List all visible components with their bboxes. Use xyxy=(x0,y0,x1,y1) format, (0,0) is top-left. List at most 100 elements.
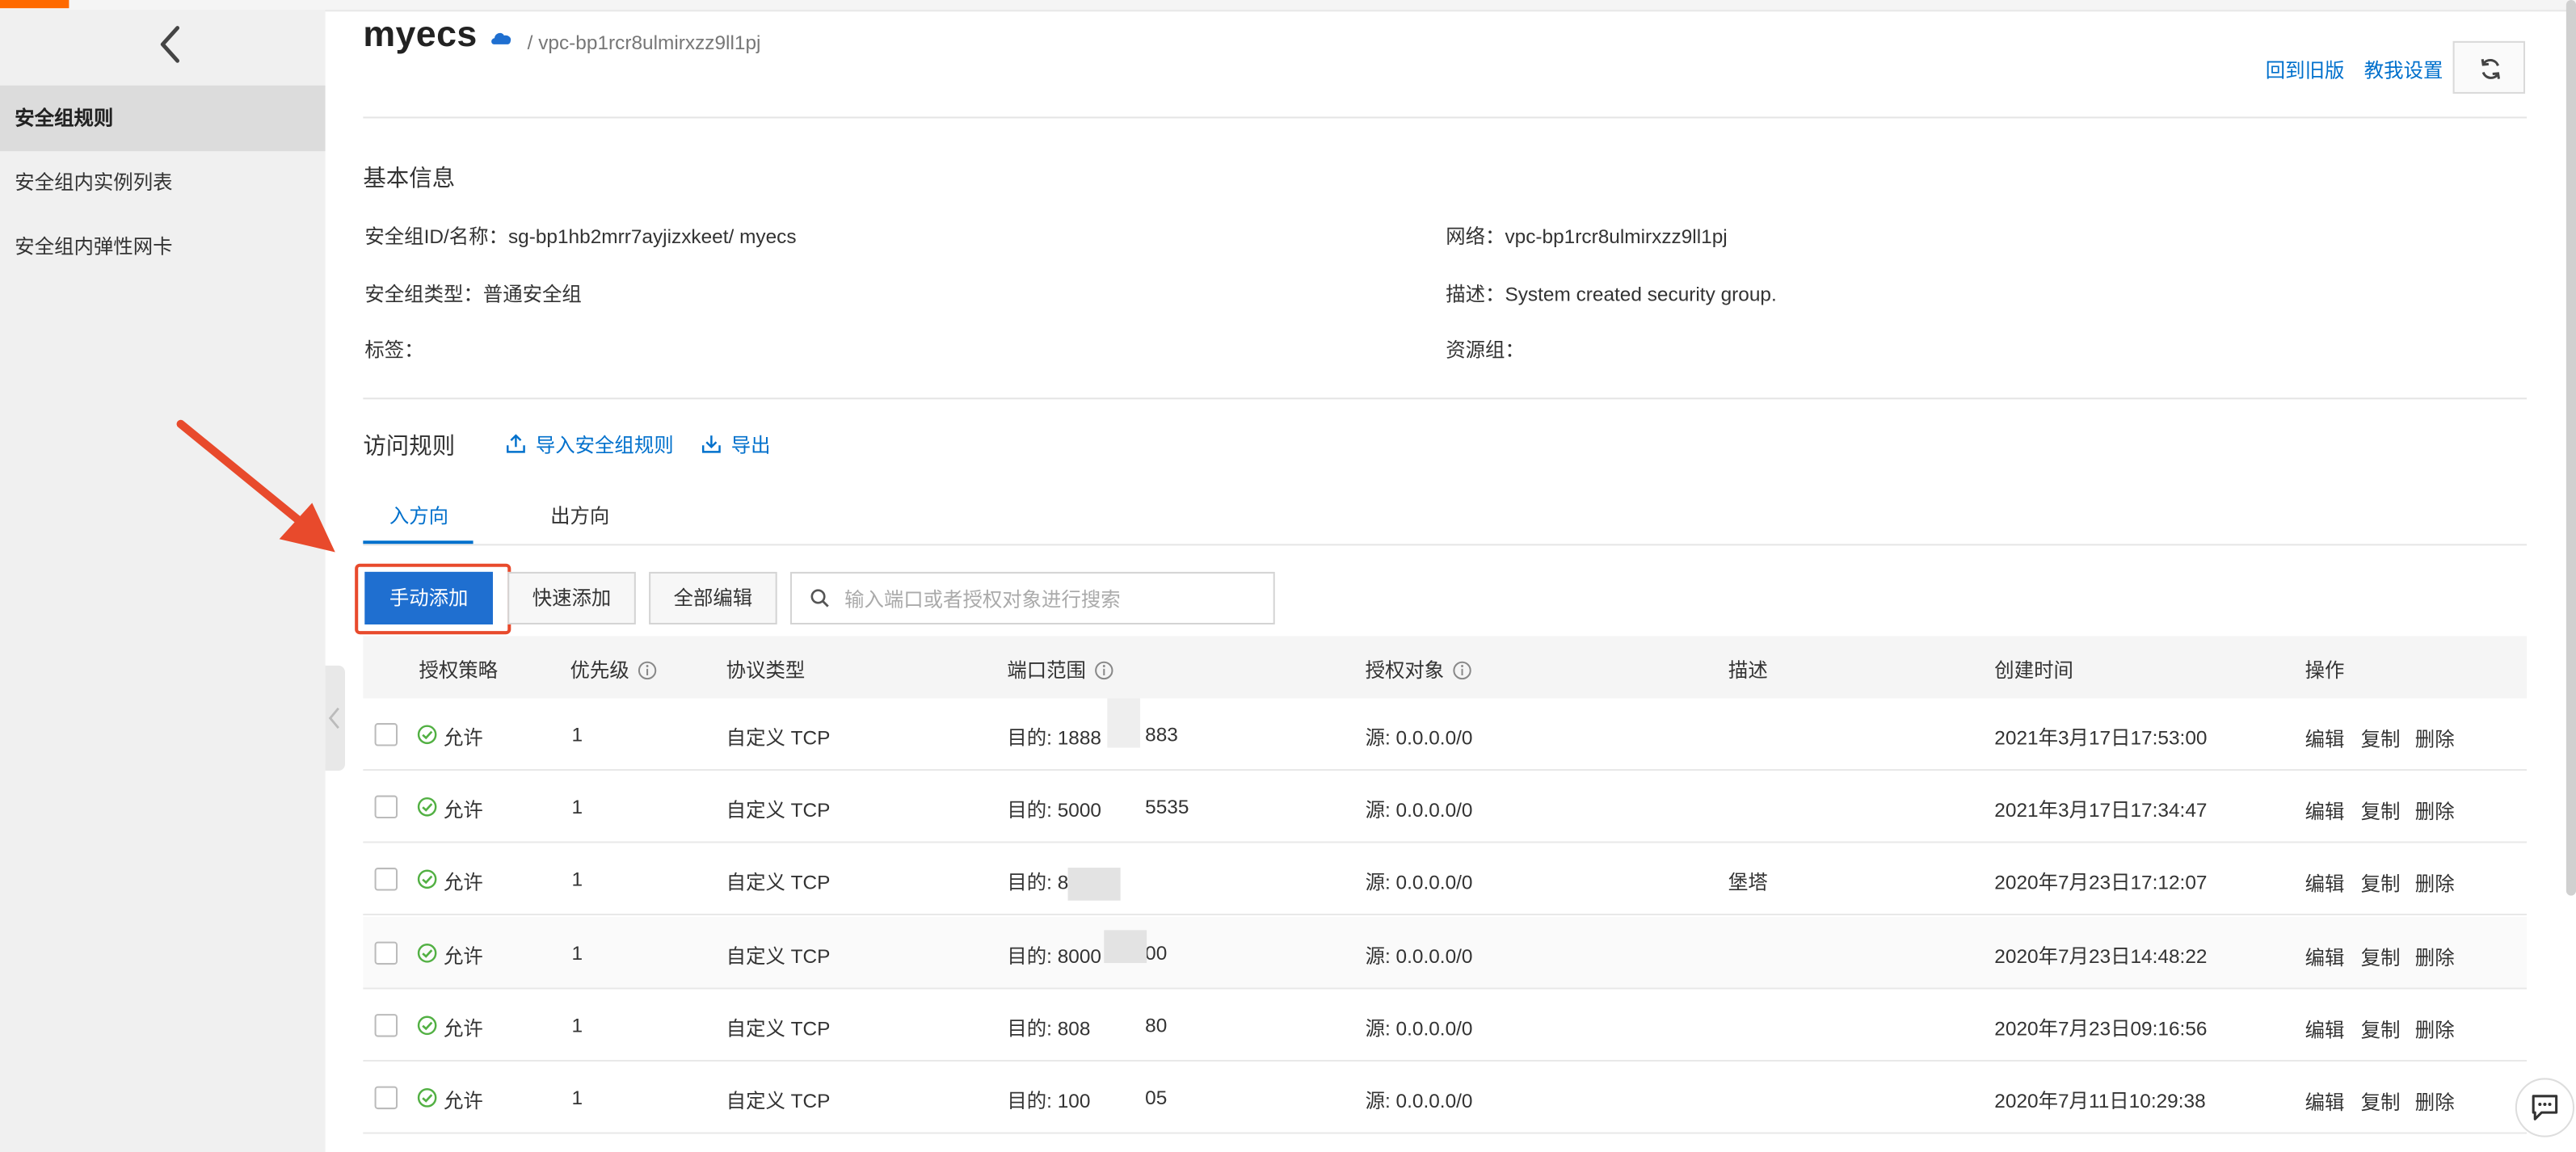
info-icon[interactable] xyxy=(1453,661,1472,680)
sg-id-value: sg-bp1hb2mrr7ayjizxkeet/ myecs xyxy=(507,225,797,249)
allow-check-icon xyxy=(417,944,437,963)
policy-cell: 允许 xyxy=(443,798,483,822)
row-checkbox[interactable] xyxy=(374,1086,398,1110)
delete-rule-link[interactable]: 删除 xyxy=(2415,869,2455,898)
col-created: 创建时间 xyxy=(1994,658,2073,683)
tab-outbound[interactable]: 出方向 xyxy=(550,501,609,529)
port-cell: 目的: 1888 xyxy=(1007,726,1102,750)
info-icon[interactable] xyxy=(638,661,658,680)
tab-inbound[interactable]: 入方向 xyxy=(389,501,448,529)
search-input[interactable] xyxy=(840,583,1259,616)
policy-cell: 允许 xyxy=(443,944,483,969)
protocol-cell: 自定义 TCP xyxy=(726,1017,831,1041)
description-value: System created security group. xyxy=(1505,282,1777,306)
description-label: 描述： xyxy=(1446,282,1505,306)
edit-rule-link[interactable]: 编辑 xyxy=(2305,797,2345,826)
priority-cell: 1 xyxy=(571,795,583,819)
manual-add-button[interactable]: 手动添加 xyxy=(364,571,493,624)
created-cell: 2020年7月23日17:12:07 xyxy=(1994,871,2208,894)
row-checkbox[interactable] xyxy=(374,795,398,819)
port-cell-end: 80 xyxy=(1145,1014,1168,1037)
col-description: 描述 xyxy=(1728,658,1768,683)
edit-rule-link[interactable]: 编辑 xyxy=(2305,1088,2345,1116)
import-rules-link[interactable]: 导入安全组规则 xyxy=(506,431,674,459)
created-cell: 2020年7月23日09:16:56 xyxy=(1994,1017,2208,1041)
export-label: 导出 xyxy=(730,434,771,457)
row-checkbox[interactable] xyxy=(374,941,398,965)
page-canvas: 安全组规则 安全组内实例列表 安全组内弹性网卡 myecs / vpc-bp1r… xyxy=(0,0,2576,1152)
copy-rule-link[interactable]: 复制 xyxy=(2361,869,2401,898)
scrollbar[interactable] xyxy=(2565,0,2576,896)
row-checkbox[interactable] xyxy=(374,1014,398,1037)
collapse-chevron-icon xyxy=(328,707,339,729)
policy-cell: 允许 xyxy=(443,726,483,750)
delete-rule-link[interactable]: 删除 xyxy=(2415,944,2455,972)
description-row: 描述：System created security group. xyxy=(1446,280,1777,308)
copy-rule-link[interactable]: 复制 xyxy=(2361,725,2401,753)
edit-rule-link[interactable]: 编辑 xyxy=(2305,944,2345,972)
copy-rule-link[interactable]: 复制 xyxy=(2361,1015,2401,1044)
col-source: 授权对象 xyxy=(1366,656,1473,684)
old-version-link[interactable]: 回到旧版 xyxy=(2266,56,2345,84)
resource-group-label: 资源组： xyxy=(1446,338,1525,362)
teach-me-link[interactable]: 教我设置 xyxy=(2364,56,2443,84)
source-cell: 源: 0.0.0.0/0 xyxy=(1365,944,1473,969)
source-cell: 源: 0.0.0.0/0 xyxy=(1365,726,1473,750)
header-divider xyxy=(363,116,2528,119)
delete-rule-link[interactable]: 删除 xyxy=(2415,797,2455,826)
network-row: 网络：vpc-bp1rcr8ulmirxzz9ll1pj xyxy=(1446,222,1727,250)
edit-rule-link[interactable]: 编辑 xyxy=(2305,725,2345,753)
copy-rule-link[interactable]: 复制 xyxy=(2361,944,2401,972)
col-priority: 优先级 xyxy=(570,656,658,684)
sidebar-item-security-rules[interactable]: 安全组规则 xyxy=(0,85,326,152)
sg-id-row: 安全组ID/名称：sg-bp1hb2mrr7ayjizxkeet/ myecs xyxy=(364,222,796,250)
redaction-blur xyxy=(1104,930,1147,964)
sidebar-collapse-handle[interactable] xyxy=(325,665,345,772)
annotation-arrow-icon xyxy=(176,419,335,553)
allow-check-icon xyxy=(417,797,437,817)
delete-rule-link[interactable]: 删除 xyxy=(2415,725,2455,753)
row-checkbox[interactable] xyxy=(374,868,398,891)
allow-check-icon xyxy=(417,725,437,745)
description-cell: 堡塔 xyxy=(1728,871,1768,894)
quick-add-button[interactable]: 快速添加 xyxy=(507,571,636,624)
priority-cell: 1 xyxy=(571,1014,583,1037)
col-policy: 授权策略 xyxy=(419,658,499,683)
copy-rule-link[interactable]: 复制 xyxy=(2361,1088,2401,1116)
info-icon[interactable] xyxy=(1095,661,1114,680)
sg-type-label: 安全组类型： xyxy=(364,282,483,306)
row-checkbox[interactable] xyxy=(374,723,398,746)
breadcrumb: / vpc-bp1rcr8ulmirxzz9ll1pj xyxy=(527,31,761,55)
cloud-icon xyxy=(491,32,511,44)
export-link[interactable]: 导出 xyxy=(701,431,771,459)
tabs-divider xyxy=(363,544,2528,546)
network-value: vpc-bp1rcr8ulmirxzz9ll1pj xyxy=(1505,225,1728,249)
col-port-label: 端口范围 xyxy=(1007,658,1086,683)
sidebar-item-enis[interactable]: 安全组内弹性网卡 xyxy=(0,213,326,279)
delete-rule-link[interactable]: 删除 xyxy=(2415,1088,2455,1116)
copy-rule-link[interactable]: 复制 xyxy=(2361,797,2401,826)
edit-all-button[interactable]: 全部编辑 xyxy=(649,571,777,624)
protocol-cell: 自定义 TCP xyxy=(726,798,831,822)
delete-rule-link[interactable]: 删除 xyxy=(2415,1015,2455,1044)
created-cell: 2021年3月17日17:53:00 xyxy=(1994,726,2208,750)
protocol-cell: 自定义 TCP xyxy=(726,1089,831,1113)
source-cell: 源: 0.0.0.0/0 xyxy=(1365,798,1473,822)
col-actions: 操作 xyxy=(2305,658,2345,683)
edit-rule-link[interactable]: 编辑 xyxy=(2305,1015,2345,1044)
chat-icon xyxy=(2532,1095,2558,1120)
search-box[interactable] xyxy=(789,571,1275,624)
priority-cell: 1 xyxy=(571,868,583,891)
col-port: 端口范围 xyxy=(1007,656,1114,684)
refresh-button[interactable] xyxy=(2452,40,2526,94)
edit-rule-link[interactable]: 编辑 xyxy=(2305,869,2345,898)
source-cell: 源: 0.0.0.0/0 xyxy=(1365,1017,1473,1041)
port-cell-end: 05 xyxy=(1145,1086,1168,1110)
chat-button[interactable] xyxy=(2515,1078,2575,1137)
search-icon xyxy=(810,589,829,608)
back-chevron-icon[interactable] xyxy=(154,23,187,65)
priority-cell: 1 xyxy=(571,941,583,965)
port-cell: 目的: 808 xyxy=(1007,1017,1091,1041)
allow-check-icon xyxy=(417,1088,437,1108)
sidebar-item-instances[interactable]: 安全组内实例列表 xyxy=(0,149,326,215)
